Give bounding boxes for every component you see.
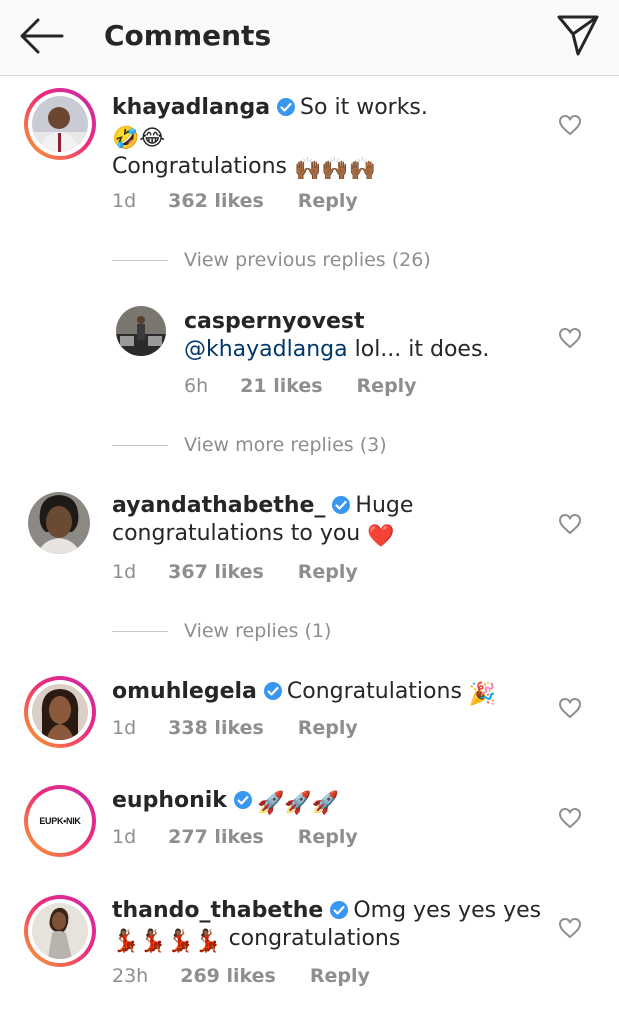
paper-plane-icon[interactable] bbox=[556, 14, 600, 56]
username[interactable]: khayadlanga bbox=[112, 95, 270, 120]
arrow-left-icon[interactable] bbox=[18, 18, 64, 54]
avatar[interactable] bbox=[24, 88, 96, 160]
comment-body: So it works. bbox=[300, 95, 428, 120]
likes-count[interactable]: 367 likes bbox=[168, 560, 264, 584]
verified-badge-icon bbox=[330, 901, 349, 919]
verified-badge-icon bbox=[233, 791, 252, 809]
likes-count[interactable]: 21 likes bbox=[240, 374, 322, 398]
avatar[interactable] bbox=[28, 492, 90, 554]
reply-button[interactable]: Reply bbox=[357, 374, 417, 398]
view-replies-link[interactable]: View replies (1) bbox=[184, 619, 331, 643]
timestamp: 1d bbox=[112, 190, 137, 212]
emoji: 🎉 bbox=[468, 682, 497, 707]
avatar[interactable]: EUPK•NIK bbox=[24, 785, 96, 857]
username[interactable]: omuhlegela bbox=[112, 679, 257, 704]
comment-text: caspernyovest @khayadlanga lol... it doe… bbox=[184, 308, 544, 364]
comment-meta: 1d 362 likes Reply bbox=[112, 189, 358, 213]
timestamp: 1d bbox=[112, 717, 137, 739]
comment-body: Huge bbox=[355, 493, 414, 518]
comment-text: thando_thabethe Omg yes yes yes 💃🏾💃🏾💃🏾💃🏾 … bbox=[112, 897, 542, 956]
avatar[interactable] bbox=[24, 895, 96, 967]
emoji: 💃🏾💃🏾💃🏾💃🏾 bbox=[112, 929, 222, 954]
comment-body: Congratulations bbox=[286, 679, 462, 704]
timestamp: 1d bbox=[112, 826, 137, 848]
likes-count[interactable]: 338 likes bbox=[168, 716, 264, 740]
reply-button[interactable]: Reply bbox=[298, 825, 358, 849]
reply-button[interactable]: Reply bbox=[298, 560, 358, 584]
comment-body: Omg yes yes yes bbox=[353, 898, 542, 923]
avatar[interactable] bbox=[24, 676, 96, 748]
comment-meta: 23h 269 likes Reply bbox=[112, 964, 370, 988]
comment-meta: 1d 338 likes Reply bbox=[112, 716, 358, 740]
avatar-photo bbox=[116, 306, 166, 356]
reply-button[interactable]: Reply bbox=[298, 716, 358, 740]
comment-body-line2: congratulations to you bbox=[112, 521, 361, 546]
emoji: 🤣😂 bbox=[112, 126, 166, 151]
comment-text: omuhlegela Congratulations 🎉 bbox=[112, 678, 542, 709]
username[interactable]: caspernyovest bbox=[184, 309, 365, 334]
likes-count[interactable]: 277 likes bbox=[168, 825, 264, 849]
avatar-photo bbox=[32, 903, 88, 959]
comment-text: euphonik 🚀🚀🚀 bbox=[112, 787, 542, 818]
heart-icon[interactable] bbox=[558, 114, 582, 136]
comment-meta: 1d 277 likes Reply bbox=[112, 825, 358, 849]
heart-icon[interactable] bbox=[558, 807, 582, 829]
header-bar: Comments bbox=[0, 0, 619, 76]
avatar-photo bbox=[28, 492, 90, 554]
comment-body-line2: congratulations bbox=[221, 926, 401, 951]
comment-body-line2: Congratulations bbox=[112, 154, 288, 179]
reply-button[interactable]: Reply bbox=[310, 964, 370, 988]
likes-count[interactable]: 269 likes bbox=[180, 964, 276, 988]
reply-button[interactable]: Reply bbox=[298, 189, 358, 213]
comment-text: khayadlanga So it works. 🤣😂 Congratulatio… bbox=[112, 94, 542, 184]
timestamp: 23h bbox=[112, 965, 149, 987]
avatar-photo bbox=[32, 96, 88, 152]
avatar[interactable] bbox=[116, 306, 166, 356]
view-replies-link[interactable]: View more replies (3) bbox=[184, 433, 387, 457]
comment-meta: 6h 21 likes Reply bbox=[184, 374, 417, 398]
page-title: Comments bbox=[104, 19, 272, 52]
heart-icon[interactable] bbox=[558, 327, 582, 349]
verified-badge-icon bbox=[263, 682, 282, 700]
heart-icon[interactable] bbox=[558, 917, 582, 939]
heart-icon[interactable] bbox=[558, 513, 582, 535]
avatar-photo bbox=[32, 684, 88, 740]
comment-text: ayandathabethe_ Huge congratulations to y… bbox=[112, 492, 542, 551]
heart-icon[interactable] bbox=[558, 697, 582, 719]
username[interactable]: thando_thabethe bbox=[112, 898, 323, 923]
view-replies-link[interactable]: View previous replies (26) bbox=[184, 248, 431, 272]
emoji: 🙌🏾🙌🏾🙌🏾 bbox=[294, 157, 377, 182]
emoji: ❤️ bbox=[367, 524, 395, 549]
mention-link[interactable]: @khayadlanga bbox=[184, 337, 348, 362]
verified-badge-icon bbox=[332, 496, 351, 514]
timestamp: 6h bbox=[184, 375, 209, 397]
comment-meta: 1d 367 likes Reply bbox=[112, 560, 358, 584]
username[interactable]: euphonik bbox=[112, 788, 227, 813]
emoji: 🚀🚀🚀 bbox=[256, 791, 340, 816]
username[interactable]: ayandathabethe_ bbox=[112, 493, 325, 518]
avatar-logo-text: EUPK•NIK bbox=[39, 816, 81, 826]
likes-count[interactable]: 362 likes bbox=[168, 189, 264, 213]
timestamp: 1d bbox=[112, 561, 137, 583]
verified-badge-icon bbox=[277, 98, 296, 116]
comment-body: lol... it does. bbox=[347, 337, 490, 362]
